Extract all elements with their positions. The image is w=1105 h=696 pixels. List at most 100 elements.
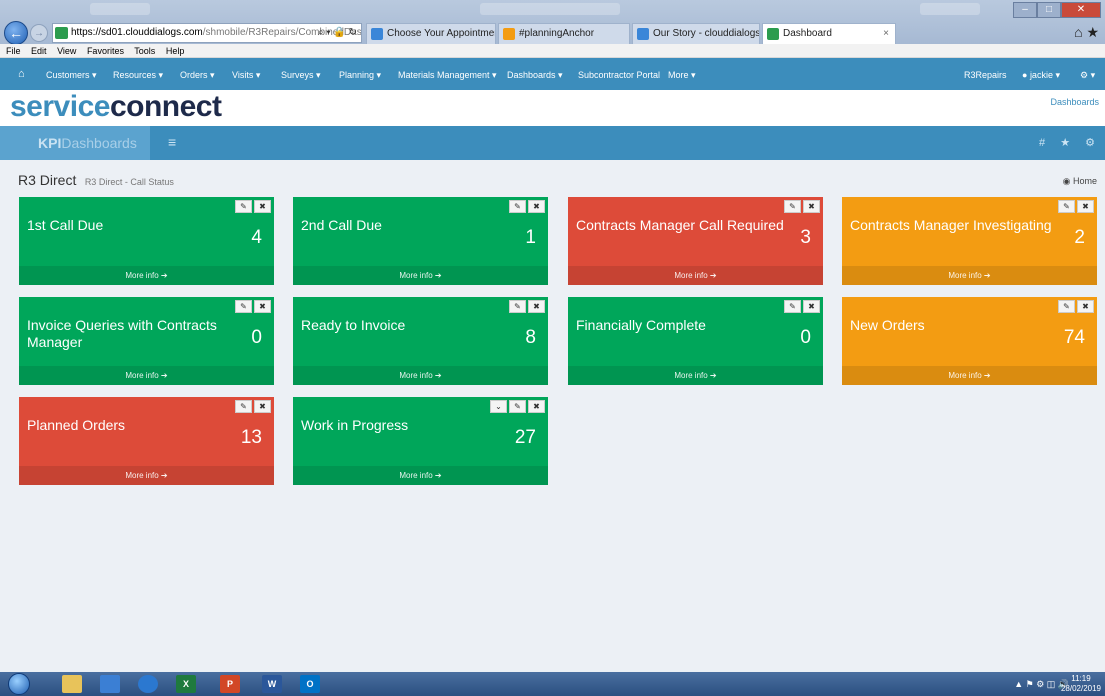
close-icon[interactable]: ✖ [1077, 300, 1094, 313]
more-info-link[interactable]: More info ➔ [842, 366, 1097, 385]
edit-icon[interactable]: ✎ [509, 300, 526, 313]
menu-help[interactable]: Help [166, 46, 185, 56]
edit-icon[interactable]: ✎ [509, 400, 526, 413]
browser-tab-active[interactable]: Dashboard × [762, 23, 896, 44]
edit-icon[interactable]: ✎ [235, 200, 252, 213]
menu-file[interactable]: File [6, 46, 21, 56]
tile-name: Work in Progress [301, 417, 409, 433]
kpi-tile[interactable]: ✎ ✖ Planned Orders 13 More info ➔ [19, 397, 274, 485]
outlook-page-icon [503, 28, 515, 40]
hamburger-menu-icon[interactable]: ≡ [168, 134, 176, 150]
outlook-icon[interactable]: O [300, 675, 320, 693]
close-icon[interactable]: ✖ [528, 400, 545, 413]
back-button[interactable]: ← [4, 21, 28, 45]
dashboards-link[interactable]: Dashboards [1050, 97, 1099, 107]
close-icon[interactable]: ✖ [803, 300, 820, 313]
kpi-tile[interactable]: ✎ ✖ Invoice Queries with Contracts Manage… [19, 297, 274, 385]
menu-favorites[interactable]: Favorites [87, 46, 124, 56]
more-info-link[interactable]: More info ➔ [842, 266, 1097, 285]
edit-icon[interactable]: ✎ [1058, 300, 1075, 313]
close-icon[interactable]: ✖ [803, 200, 820, 213]
powerpoint-icon[interactable]: P [220, 675, 240, 693]
tile-count: 0 [800, 327, 811, 348]
more-info-link[interactable]: More info ➔ [19, 366, 274, 385]
nav-visits[interactable]: Visits ▾ [232, 70, 260, 81]
edit-icon[interactable]: ✎ [784, 200, 801, 213]
close-icon[interactable]: ✖ [1077, 200, 1094, 213]
kpi-tile[interactable]: ✎ ✖ Contracts Manager Call Required 3 Mor… [568, 197, 823, 285]
tab-label: #planningAnchor [519, 28, 595, 39]
star-icon[interactable]: ★ [1060, 137, 1070, 149]
menu-view[interactable]: View [57, 46, 76, 56]
maximize-button[interactable]: □ [1037, 2, 1061, 18]
close-icon[interactable]: ✖ [254, 400, 271, 413]
brand-logo[interactable]: serviceconnect [10, 90, 222, 124]
edit-icon[interactable]: ✎ [235, 300, 252, 313]
address-bar[interactable]: https://sd01.clouddialogs.com/shmobile/R… [52, 23, 362, 43]
home-favorites-icons[interactable]: ⌂ ★ [1074, 24, 1099, 41]
kpi-logo[interactable]: KPIDashboards [0, 126, 150, 160]
minimize-button[interactable]: – [1013, 2, 1037, 18]
hash-icon[interactable]: # [1039, 137, 1045, 149]
browser-tab[interactable]: Choose Your Appointment - R... [366, 23, 496, 44]
nav-materials-management[interactable]: Materials Management ▾ [398, 70, 497, 81]
menu-tools[interactable]: Tools [134, 46, 155, 56]
excel-icon[interactable]: X [176, 675, 196, 693]
browser-tab[interactable]: #planningAnchor [498, 23, 630, 44]
company-name[interactable]: R3Repairs [964, 70, 1007, 80]
nav-dashboards[interactable]: Dashboards ▾ [507, 70, 563, 81]
breadcrumb[interactable]: ◉ Home [1063, 176, 1097, 187]
more-info-link[interactable]: More info ➔ [293, 466, 548, 485]
window-close-button[interactable]: ✕ [1061, 2, 1101, 18]
more-info-link[interactable]: More info ➔ [568, 366, 823, 385]
edit-icon[interactable]: ✎ [784, 300, 801, 313]
more-info-link[interactable]: More info ➔ [293, 266, 548, 285]
nav-more[interactable]: More ▾ [668, 70, 696, 81]
gear-icon[interactable]: ⚙ [1085, 137, 1095, 149]
close-icon[interactable]: ✖ [528, 300, 545, 313]
more-info-link[interactable]: More info ➔ [293, 366, 548, 385]
internet-explorer-icon[interactable] [138, 675, 158, 693]
kpi-tile[interactable]: ✎ ✖ New Orders 74 More info ➔ [842, 297, 1097, 385]
taskbar-clock[interactable]: 11:19 28/02/2019 [1061, 674, 1101, 694]
more-info-link[interactable]: More info ➔ [19, 466, 274, 485]
word-icon[interactable]: W [262, 675, 282, 693]
nav-resources[interactable]: Resources ▾ [113, 70, 163, 81]
browser-tab[interactable]: Our Story - clouddialogs [632, 23, 760, 44]
blurred-title [920, 3, 980, 15]
edit-icon[interactable]: ✎ [1058, 200, 1075, 213]
tile-controls: ✎ ✖ [235, 300, 271, 313]
nav-customers[interactable]: Customers ▾ [46, 70, 97, 81]
address-tools[interactable]: ⌕ ▾ 🔒 ↻ [318, 24, 357, 42]
start-button[interactable] [8, 673, 30, 695]
kpi-tile[interactable]: ✎ ✖ Ready to Invoice 8 More info ➔ [293, 297, 548, 385]
edit-icon[interactable]: ✎ [235, 400, 252, 413]
nav-surveys[interactable]: Surveys ▾ [281, 70, 321, 81]
file-explorer-icon[interactable] [62, 675, 82, 693]
close-icon[interactable]: ✖ [254, 300, 271, 313]
collapse-icon[interactable]: ⌄ [490, 400, 507, 413]
close-icon[interactable]: ✖ [254, 200, 271, 213]
settings-menu[interactable]: ⚙ ▾ [1080, 70, 1095, 81]
kpi-header-bar: KPIDashboards ≡ # ★ ⚙ [0, 126, 1105, 160]
forward-button[interactable]: → [30, 24, 48, 42]
nav-orders[interactable]: Orders ▾ [180, 70, 215, 81]
tab-close-icon[interactable]: × [883, 24, 889, 44]
more-info-link[interactable]: More info ➔ [568, 266, 823, 285]
nav-subcontractor-portal[interactable]: Subcontractor Portal [578, 70, 660, 80]
kpi-tile[interactable]: ✎ ✖ Contracts Manager Investigating 2 Mor… [842, 197, 1097, 285]
kpi-tile[interactable]: ✎ ✖ 2nd Call Due 1 More info ➔ [293, 197, 548, 285]
tile-controls: ✎ ✖ [509, 300, 545, 313]
nav-planning[interactable]: Planning ▾ [339, 70, 381, 81]
close-icon[interactable]: ✖ [528, 200, 545, 213]
home-icon[interactable]: ⌂ [18, 68, 25, 80]
kpi-tile[interactable]: ✎ ✖ Financially Complete 0 More info ➔ [568, 297, 823, 385]
more-info-link[interactable]: More info ➔ [19, 266, 274, 285]
edit-icon[interactable]: ✎ [509, 200, 526, 213]
user-menu[interactable]: ● jackie ▾ [1022, 70, 1060, 81]
kpi-tile[interactable]: ✎ ✖ 1st Call Due 4 More info ➔ [19, 197, 274, 285]
kpi-tile[interactable]: ⌄ ✎ ✖ Work in Progress 27 More info ➔ [293, 397, 548, 485]
ie-page-icon [637, 28, 649, 40]
media-icon[interactable] [100, 675, 120, 693]
menu-edit[interactable]: Edit [31, 46, 47, 56]
